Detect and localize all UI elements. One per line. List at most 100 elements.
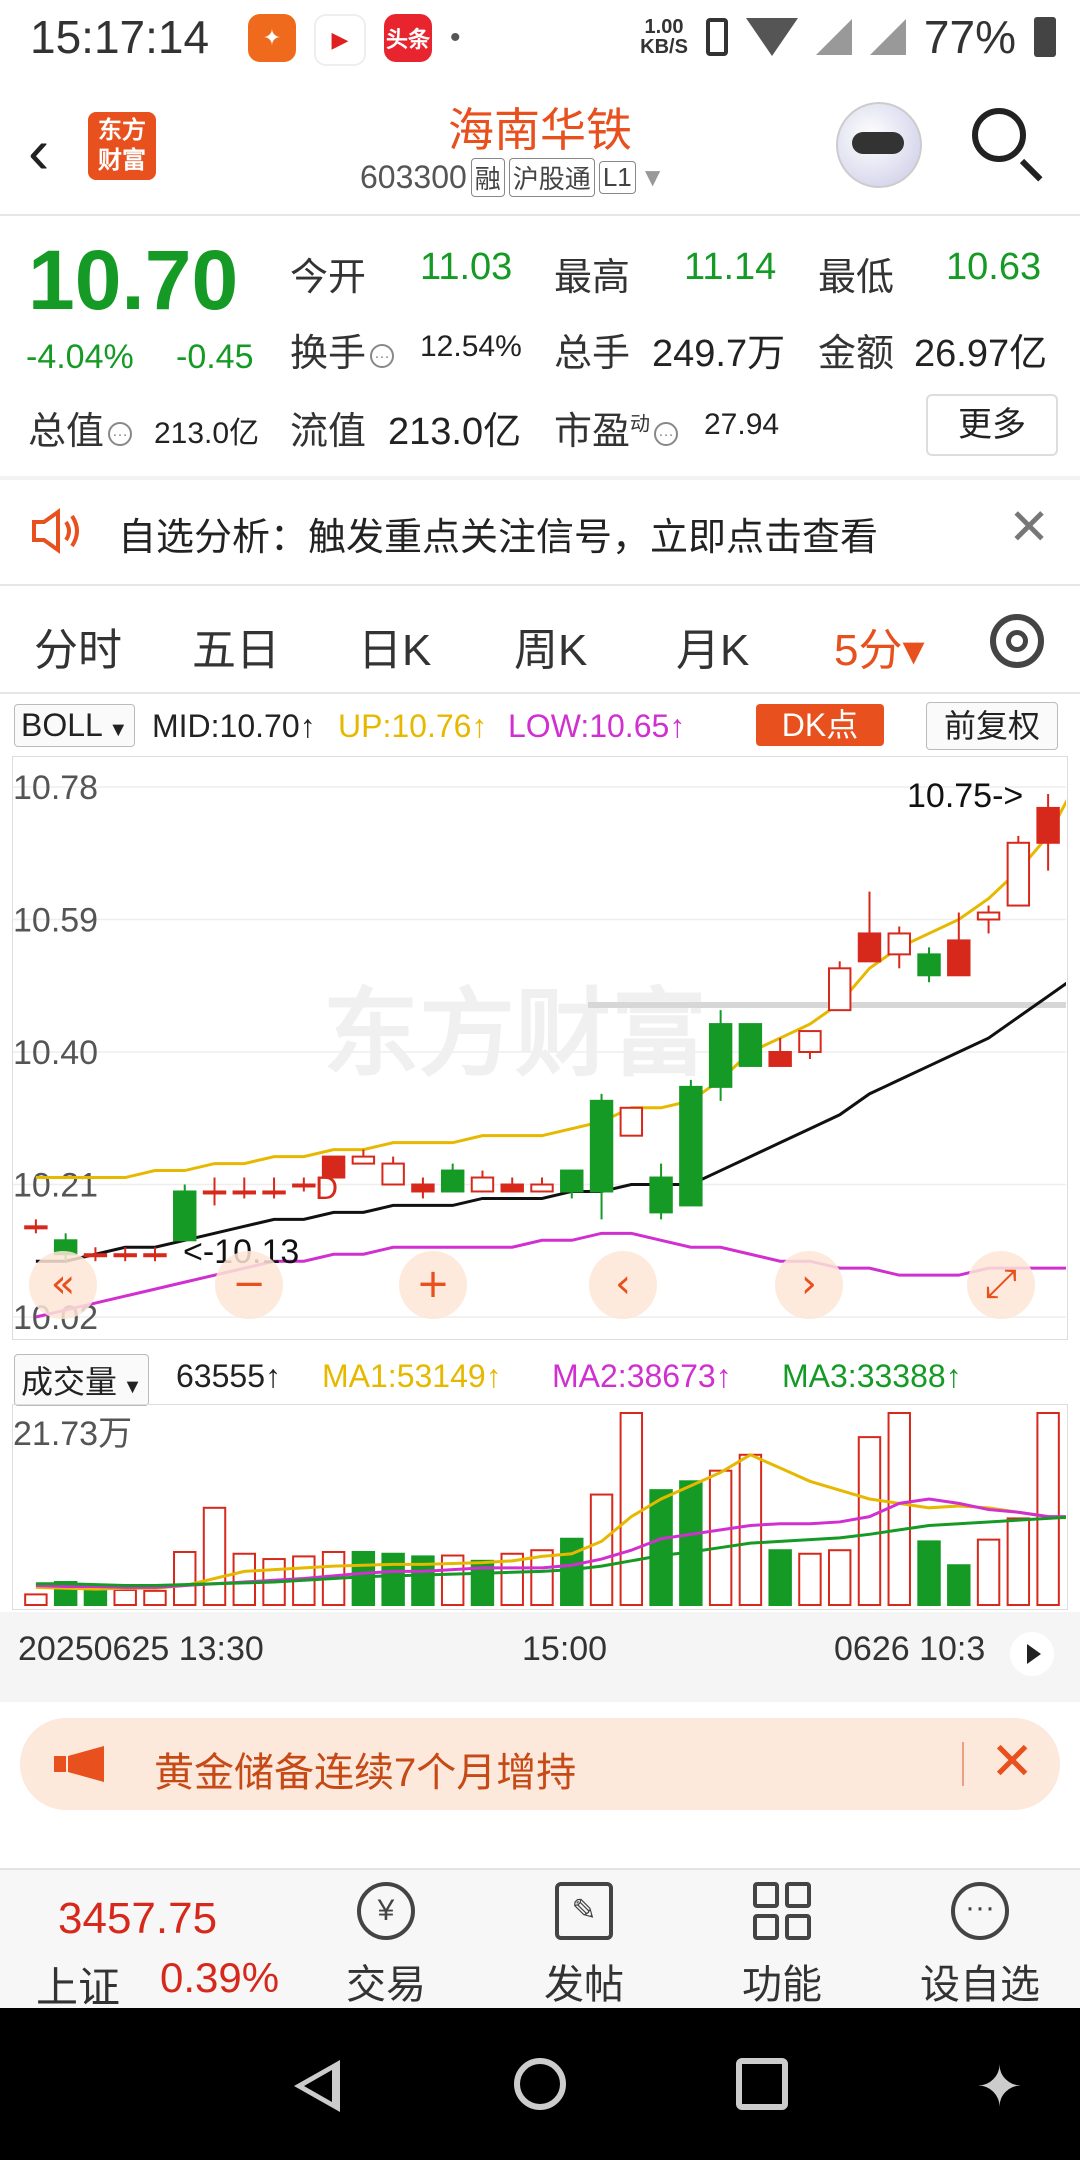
megaphone-icon	[54, 1746, 104, 1782]
stock-code: 603300	[360, 159, 467, 195]
candle-body	[232, 1190, 257, 1195]
volume-select[interactable]: 成交量 ▼	[14, 1354, 150, 1406]
divider	[0, 692, 1080, 694]
candle-body	[411, 1183, 435, 1193]
system-nav-bar: ✦	[0, 2008, 1080, 2160]
divider	[0, 214, 1080, 216]
robot-assistant-icon[interactable]	[836, 102, 922, 188]
pe-sup: 动	[630, 413, 651, 436]
y-tick-label: 10.21	[13, 1167, 98, 1205]
stock-code-row: 603300 融 沪股通 L1 ▼	[360, 158, 665, 197]
indicator-select[interactable]: BOLL ▼	[14, 704, 136, 747]
volume-bar	[143, 1589, 167, 1607]
divider	[962, 1742, 964, 1786]
high-value: 11.14	[684, 246, 777, 288]
pe-label-text: 市盈	[554, 411, 631, 453]
toutiao-app-icon: 头条	[384, 14, 432, 62]
add-watchlist-label: 设自选	[920, 1963, 1040, 2007]
home-nav-icon[interactable]	[514, 2058, 566, 2110]
bottom-bar: 3457.75 上证 0.39% ¥ 交易 ✎ 发帖 功能 ··· 设自选	[0, 1868, 1080, 2011]
candle-body	[560, 1169, 584, 1193]
dk-point-button[interactable]: DK点	[756, 704, 884, 746]
scroll-right-icon: ›	[801, 1261, 817, 1307]
change-percent: -4.04%	[26, 338, 134, 376]
analysis-notice[interactable]: 自选分析：触发重点关注信号，立即点击查看 ✕	[0, 480, 1080, 580]
trade-icon: ¥	[357, 1882, 415, 1940]
tab-intraday[interactable]: 分时	[34, 614, 122, 678]
net-speed-value: 1.00	[644, 16, 684, 38]
amount-label: 金额	[818, 333, 895, 375]
volume-bar	[768, 1549, 792, 1607]
turnover-value: 12.54%	[420, 330, 522, 363]
status-bar: 15:17:14 ✦ ▶ 头条 • 1.00 KB/S 77%	[0, 0, 1080, 76]
volume-bar	[827, 1549, 852, 1607]
volume-bar	[173, 1550, 197, 1606]
high-label: 最高	[554, 257, 631, 299]
boll-up: UP:10.76↑	[338, 708, 488, 744]
gear-icon[interactable]	[990, 614, 1044, 668]
current-price: 10.70	[28, 233, 239, 327]
add-watchlist-button[interactable]: ··· 设自选	[910, 1882, 1050, 2010]
volume-name: 成交量	[21, 1364, 118, 1400]
tab-weekly-k[interactable]: 周K	[514, 614, 587, 678]
total-value-label: 总值…	[28, 400, 136, 455]
notice-text: 自选分析：触发重点关注信号，立即点击查看	[118, 517, 879, 559]
fullscreen-icon: ⤢	[985, 1261, 1017, 1307]
volume-bar	[619, 1412, 644, 1606]
candlestick-chart[interactable]: 10.7810.5910.4010.2110.02东方财富10.75-><-10…	[12, 756, 1068, 1340]
phone-icon	[705, 18, 728, 56]
stock-header: ‹ 东方财富 海南华铁 603300 融 沪股通 L1 ▼	[0, 76, 1080, 216]
news-banner[interactable]: 黄金储备连续7个月增持 ✕	[20, 1718, 1060, 1810]
close-icon[interactable]: ✕	[990, 1732, 1034, 1792]
accessibility-icon[interactable]: ✦	[976, 2054, 1023, 2120]
candle-body	[738, 1023, 763, 1067]
close-icon[interactable]: ✕	[1008, 498, 1050, 556]
post-label: 发帖	[544, 1963, 624, 2007]
divider	[0, 584, 1080, 586]
volume-chart[interactable]: 21.73万	[12, 1404, 1068, 1610]
tab-five-day[interactable]: 五日	[192, 614, 280, 678]
volume-bar	[679, 1480, 703, 1606]
candle-body	[857, 932, 882, 963]
chevron-down-icon: ▼	[102, 719, 129, 741]
more-notifications-icon: •	[450, 21, 461, 54]
time-label-start: 20250625 13:30	[18, 1630, 264, 1668]
change-amount: -0.45	[176, 338, 254, 376]
play-icon[interactable]	[1010, 1632, 1054, 1676]
candle-body	[976, 911, 1001, 921]
function-button[interactable]: 功能	[712, 1882, 852, 2010]
grid-cell	[753, 1914, 779, 1940]
tab-monthly-k[interactable]: 月K	[676, 614, 749, 678]
more-button[interactable]: 更多	[926, 394, 1058, 456]
volume-bar	[24, 1593, 48, 1606]
search-icon[interactable]	[972, 108, 1026, 162]
battery-percent: 77%	[923, 11, 1016, 63]
volume-value: 249.7万	[652, 333, 786, 375]
info-icon[interactable]: …	[654, 421, 679, 446]
tab-daily-k[interactable]: 日K	[358, 614, 431, 678]
zoom-in-icon: +	[416, 1261, 450, 1307]
candlestick-svg: 10.7810.5910.4010.2110.02东方财富10.75-><-10…	[13, 769, 1066, 1337]
post-button[interactable]: ✎ 发帖	[514, 1882, 654, 2010]
candle-body	[708, 1023, 733, 1088]
chevron-down-icon[interactable]: ▼	[640, 162, 666, 193]
banner-text: 黄金储备连续7个月增持	[154, 1751, 577, 1795]
low-label: 最低	[818, 257, 895, 299]
index-name: 上证	[36, 1964, 121, 2011]
tab-5min[interactable]: 5分▾	[834, 614, 925, 678]
d-marker: D	[315, 1170, 338, 1206]
collapse-left-icon: «	[51, 1261, 75, 1307]
info-icon[interactable]: …	[108, 421, 133, 446]
back-nav-icon[interactable]	[294, 2060, 340, 2112]
time-label-mid: 15:00	[522, 1630, 608, 1668]
video-app-icon: ▶	[314, 14, 366, 66]
grid-cell	[785, 1882, 811, 1908]
volume-ma1: MA1:53149↑	[322, 1358, 502, 1394]
recents-nav-icon[interactable]	[736, 2058, 788, 2110]
trade-button[interactable]: ¥ 交易	[316, 1882, 456, 2010]
volume-bar	[232, 1552, 257, 1606]
info-icon[interactable]: …	[370, 343, 395, 368]
volume-bar	[560, 1537, 584, 1606]
candle-body	[649, 1176, 673, 1214]
adjust-button[interactable]: 前复权	[926, 702, 1058, 750]
